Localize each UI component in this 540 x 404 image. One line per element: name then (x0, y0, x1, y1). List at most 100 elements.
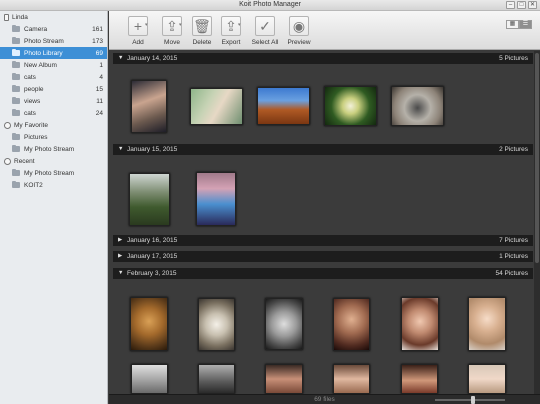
sidebar-item-label: Camera (24, 25, 48, 33)
clock-icon (4, 157, 11, 165)
sidebar-item-count: 173 (92, 37, 103, 45)
sidebar-item-label: New Album (24, 61, 57, 69)
photo-thumbnail[interactable] (468, 297, 506, 351)
sidebar-item-photo-stream[interactable]: Photo Stream 173 (0, 35, 107, 47)
photo-thumbnail[interactable] (198, 298, 235, 351)
add-button[interactable]: + ▾ Add (123, 16, 153, 46)
group-count: 54 Pictures (495, 270, 528, 277)
sidebar-item-label: cats (24, 109, 36, 117)
window-title: Koit Photo Manager (239, 1, 301, 8)
folder-icon (12, 37, 20, 44)
folder-icon (12, 25, 20, 32)
group-header-jan-14[interactable]: ▼ January 14, 2015 5 Pictures (113, 53, 533, 64)
title-bar: Koit Photo Manager – □ ✕ (0, 0, 540, 11)
photo-thumbnail[interactable] (190, 88, 243, 125)
group-count: 7 Pictures (499, 237, 528, 244)
device-group: Linda Camera 161 Photo Stream 173 Photo … (0, 11, 107, 119)
folder-icon (12, 169, 20, 176)
folder-icon (12, 109, 20, 116)
photo-thumbnail[interactable] (401, 364, 438, 394)
list-view-icon[interactable]: ☰ (519, 20, 532, 29)
device-header[interactable]: Linda (0, 11, 107, 23)
sidebar-item-count: 11 (96, 97, 103, 105)
recent-header[interactable]: Recent (0, 155, 107, 167)
vertical-scrollbar[interactable] (534, 51, 540, 394)
group-date: January 17, 2015 (127, 253, 178, 260)
sidebar-item-camera[interactable]: Camera 161 (0, 23, 107, 35)
select-all-label: Select All (251, 39, 279, 46)
folder-icon (12, 73, 20, 80)
photo-thumbnail[interactable] (131, 80, 167, 133)
sidebar-item-label: views (24, 97, 41, 105)
favorite-title: My Favorite (14, 121, 48, 129)
add-label: Add (132, 39, 144, 46)
sidebar-item-label: My Photo Stream (24, 145, 75, 153)
heart-icon (4, 121, 11, 129)
folder-icon (12, 49, 20, 56)
photo-thumbnail[interactable] (333, 364, 370, 394)
group-date: February 3, 2015 (127, 270, 177, 277)
expand-triangle-icon: ▼ (118, 55, 124, 61)
sidebar-item-cats-2[interactable]: cats 24 (0, 107, 107, 119)
grid-view-icon[interactable]: ▦ (506, 20, 519, 29)
photo-thumbnail[interactable] (401, 297, 439, 351)
favorite-header[interactable]: My Favorite (0, 119, 107, 131)
photo-thumbnail[interactable] (196, 172, 236, 226)
group-header-jan-17[interactable]: ▶ January 17, 2015 1 Pictures (113, 251, 533, 262)
photo-thumbnail[interactable] (333, 298, 370, 351)
zoom-slider[interactable] (435, 396, 505, 404)
sidebar-item-photo-library[interactable]: Photo Library 69 (0, 47, 107, 59)
preview-button[interactable]: ◉ Preview (284, 16, 314, 46)
photo-thumbnail[interactable] (257, 87, 310, 125)
group-count: 5 Pictures (499, 55, 528, 62)
sidebar-item-label: Pictures (24, 133, 48, 141)
sidebar-item-cats[interactable]: cats 4 (0, 71, 107, 83)
group-header-feb-3[interactable]: ▼ February 3, 2015 54 Pictures (113, 268, 533, 279)
export-label: Export (221, 39, 241, 46)
photo-thumbnail[interactable] (468, 364, 506, 394)
photo-thumbnail[interactable] (131, 364, 168, 394)
sidebar-item-views[interactable]: views 11 (0, 95, 107, 107)
sidebar-item-new-album[interactable]: New Album 1 (0, 59, 107, 71)
group-header-jan-16[interactable]: ▶ January 16, 2015 7 Pictures (113, 235, 533, 246)
group-date: January 15, 2015 (127, 146, 178, 153)
select-all-button[interactable]: ✓ Select All (248, 16, 282, 46)
move-label: Move (164, 39, 180, 46)
photo-thumbnail[interactable] (130, 297, 168, 351)
folder-icon (12, 61, 20, 68)
sidebar-item-label: Photo Stream (24, 37, 64, 45)
scrollbar-thumb[interactable] (535, 53, 539, 263)
folder-icon (12, 97, 20, 104)
photo-thumbnail[interactable] (198, 364, 235, 394)
sidebar-item-label: My Photo Stream (24, 169, 75, 177)
sidebar-item-label: KOIT2 (24, 181, 43, 189)
sidebar-item-people[interactable]: people 15 (0, 83, 107, 95)
sidebar-item-my-photo-stream[interactable]: My Photo Stream (0, 143, 107, 155)
caret-down-icon: ▾ (238, 22, 241, 28)
group-header-jan-15[interactable]: ▼ January 15, 2015 2 Pictures (113, 144, 533, 155)
minimize-button[interactable]: – (506, 1, 515, 9)
maximize-button[interactable]: □ (517, 1, 526, 9)
export-button[interactable]: ⇪ ▾ Export (216, 16, 246, 46)
zoom-slider-knob[interactable] (471, 396, 475, 404)
photo-thumbnail[interactable] (324, 86, 377, 126)
photo-thumbnail[interactable] (391, 86, 444, 126)
recent-group: Recent My Photo Stream KOIT2 (0, 155, 107, 191)
move-button[interactable]: ⇪ ▾ Move (157, 16, 187, 46)
checkmark-icon: ✓ (255, 16, 275, 36)
sidebar-item-count: 69 (95, 49, 103, 57)
favorite-group: My Favorite Pictures My Photo Stream (0, 119, 107, 155)
sidebar-item-pictures[interactable]: Pictures (0, 131, 107, 143)
group-count: 1 Pictures (499, 253, 528, 260)
sidebar-item-recent-photo-stream[interactable]: My Photo Stream (0, 167, 107, 179)
delete-button[interactable]: 🗑 Delete (187, 16, 217, 46)
collapse-triangle-icon: ▶ (118, 237, 123, 243)
sidebar-item-label: cats (24, 73, 36, 81)
close-button[interactable]: ✕ (528, 1, 537, 9)
sidebar-item-count: 1 (99, 61, 103, 69)
sidebar-item-label: people (24, 85, 44, 93)
sidebar-item-koit2[interactable]: KOIT2 (0, 179, 107, 191)
photo-thumbnail[interactable] (265, 298, 303, 350)
photo-thumbnail[interactable] (265, 364, 303, 394)
photo-thumbnail[interactable] (129, 173, 170, 226)
